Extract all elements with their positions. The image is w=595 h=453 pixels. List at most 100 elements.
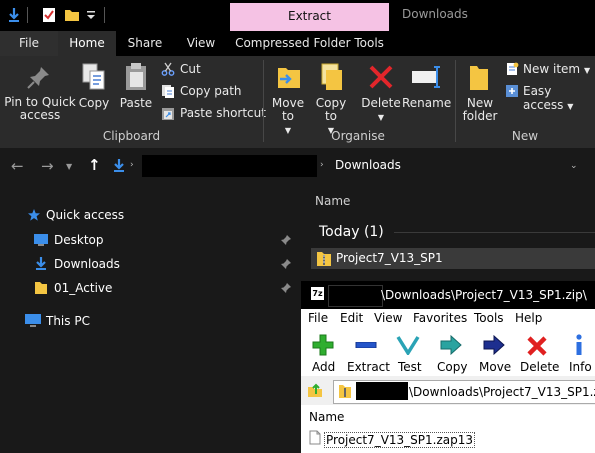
column-header-name[interactable]: Name [315,194,350,208]
cut-button[interactable]: Cut [180,62,201,76]
up-folder-icon[interactable] [307,382,323,398]
nav-this-pc[interactable]: This PC [46,314,90,328]
redacted-path [328,285,383,307]
paste-shortcut-icon [162,108,174,120]
tab-extract[interactable]: Extract [230,3,389,31]
redacted-path [356,382,408,400]
group-divider [394,232,595,233]
checklist-icon[interactable] [41,7,57,23]
easy-access-icon [506,85,518,97]
info-button[interactable]: Info [569,360,592,374]
dropdown-arrow-icon: ▼ [377,113,385,122]
new-item-icon [507,62,519,75]
paste-shortcut-button[interactable]: Paste shortcut [180,106,266,120]
move-to-icon [278,68,300,88]
menu-view[interactable]: View [374,311,402,325]
menu-edit[interactable]: Edit [340,311,363,325]
sevenzip-column-name[interactable]: Name [309,410,344,424]
pin-to-quick-access-button[interactable]: Pin to Quick access [4,96,76,122]
paste-button[interactable]: Paste [118,97,154,110]
extract-button[interactable]: Extract [347,360,390,374]
add-icon [312,334,334,356]
move-icon [483,335,505,355]
zip-folder-icon [317,252,331,266]
folder-icon [35,282,47,294]
sevenzip-file-row[interactable]: Project7_V13_SP1.zap13 [324,432,476,448]
clipboard-group-label: Clipboard [102,129,161,143]
back-arrow-icon[interactable]: ← [11,157,24,175]
paste-icon [126,63,146,90]
menu-favorites[interactable]: Favorites [413,311,467,325]
copy-path-icon [162,85,174,98]
menu-file[interactable]: File [308,311,328,325]
new-folder-icon[interactable] [64,7,80,23]
redacted-path [142,155,317,177]
star-icon [28,209,40,221]
sevenzip-path-text: \Downloads\Project7_V13_SP1.zip\ [409,385,595,399]
delete-icon [527,336,547,356]
tab-compressed-folder-tools[interactable]: Compressed Folder Tools [230,31,389,56]
add-button[interactable]: Add [312,360,335,374]
menu-help[interactable]: Help [515,311,542,325]
new-folder-button[interactable]: New folder [459,97,501,123]
menu-tools[interactable]: Tools [474,311,504,325]
move-button[interactable]: Move [479,360,511,374]
up-arrow-icon[interactable]: ↑ [88,156,101,174]
delete-button[interactable]: Delete ▼ [361,97,401,124]
copy-to-label: Copy to [315,96,347,123]
forward-arrow-icon[interactable]: → [41,157,54,175]
desktop-icon [34,234,48,246]
tab-view[interactable]: View [174,31,228,56]
tab-share[interactable]: Share [116,31,174,56]
new-item-button[interactable]: New item ▼ [523,62,590,76]
copy-button[interactable]: Copy [77,97,111,110]
easy-access-label: Easy access [523,84,564,112]
rename-button[interactable]: Rename [402,97,451,110]
properties-icon[interactable] [6,7,22,23]
new-folder-icon [470,66,488,90]
nav-downloads[interactable]: Downloads [54,257,120,271]
address-dropdown-icon[interactable]: ⌄ [570,161,578,171]
info-icon [576,334,582,355]
file-icon [309,430,321,445]
downloads-icon [36,257,46,270]
breadcrumb-chevron-icon[interactable]: › [130,160,134,170]
tab-file[interactable]: File [0,31,58,56]
copy-path-button[interactable]: Copy path [180,84,242,98]
pin-icon [281,283,291,293]
this-pc-icon [25,314,41,327]
qa-divider [27,7,28,23]
nav-01-active[interactable]: 01_Active [54,281,112,295]
qa-customize-icon[interactable] [86,9,96,21]
file-name: Project7_V13_SP1 [336,251,443,265]
delete-button[interactable]: Delete [520,360,559,374]
cut-icon [161,62,175,76]
extract-icon [355,342,377,348]
nav-quick-access[interactable]: Quick access [46,208,124,222]
delete-icon [369,65,393,89]
test-icon [396,336,420,355]
move-to-label: Move to [271,96,305,123]
organise-group-label: Organise [331,129,385,143]
copy-icon [82,63,105,90]
tab-home[interactable]: Home [58,31,116,56]
pin-icon [281,235,291,245]
pin-icon [281,259,291,269]
copy-icon [440,335,462,355]
rename-icon [412,66,440,88]
dropdown-arrow-icon: ▼ [567,102,574,111]
easy-access-button[interactable]: Easy access ▼ [523,84,595,112]
nav-desktop[interactable]: Desktop [54,233,104,247]
copy-button[interactable]: Copy [437,360,467,374]
zip-folder-icon [339,385,351,398]
test-button[interactable]: Test [398,360,422,374]
downloads-icon [114,159,124,172]
window-title: Downloads [402,7,468,21]
breadcrumb-current[interactable]: Downloads [335,158,401,172]
delete-label: Delete [361,96,401,110]
breadcrumb-chevron-icon[interactable]: › [320,160,324,170]
sevenzip-app-icon: 7z [311,287,324,300]
recent-locations-icon[interactable]: ▼ [66,162,72,171]
sevenzip-title-path: \Downloads\Project7_V13_SP1.zip\ [381,288,587,302]
group-header-today[interactable]: Today (1) [319,224,384,240]
